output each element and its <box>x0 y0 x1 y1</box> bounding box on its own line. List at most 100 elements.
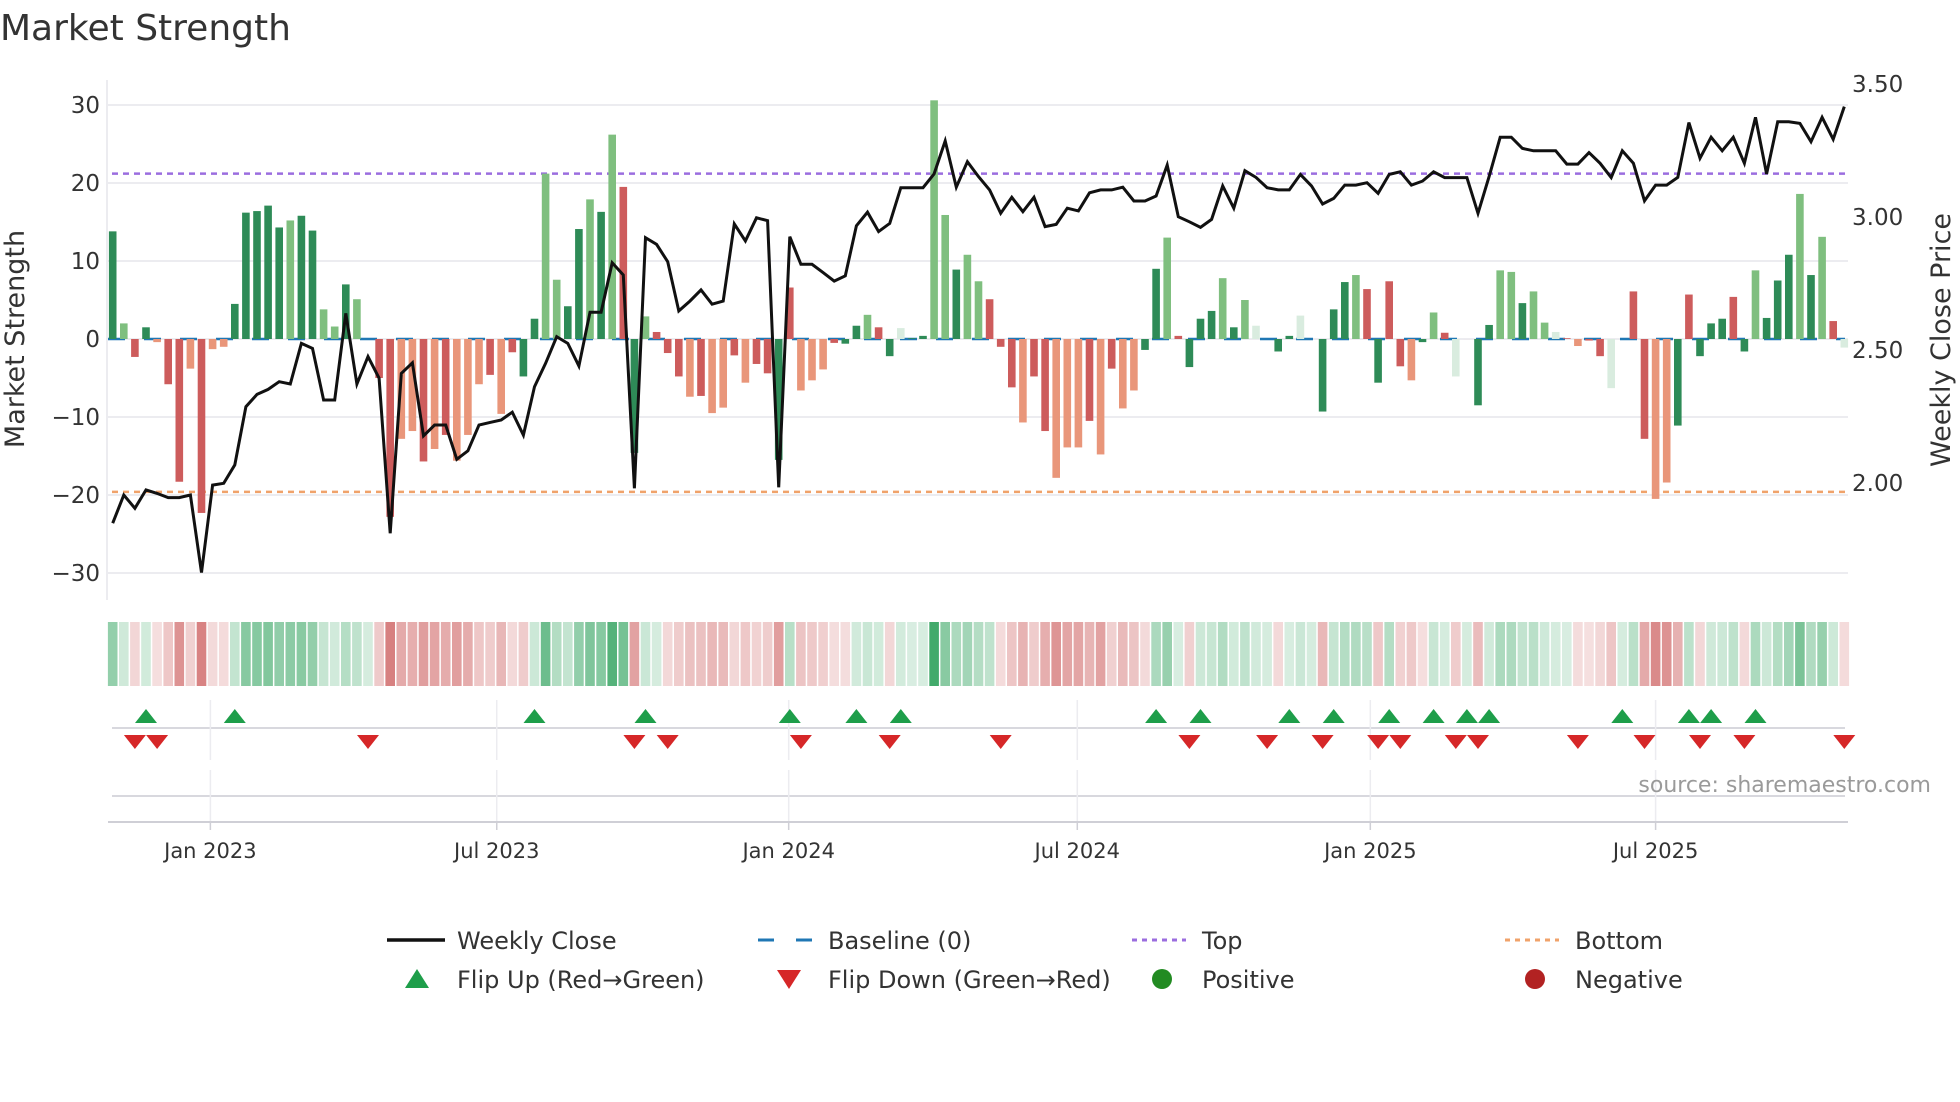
chart-title: Market Strength <box>0 8 291 49</box>
strip-cell <box>1051 622 1061 686</box>
y-tick-label: 30 <box>71 93 100 119</box>
legend: Weekly Close Baseline (0) Top Bottom Flip Up… <box>387 927 1683 994</box>
strip-cell <box>241 622 251 686</box>
strength-bar <box>1285 335 1294 339</box>
strip-cell <box>1462 622 1472 686</box>
strip-cell <box>1029 622 1039 686</box>
strength-bar <box>519 339 528 377</box>
strip-cell <box>940 622 950 686</box>
triangle-down-icon <box>777 970 801 989</box>
flip-down-marker <box>1689 735 1711 749</box>
strength-bar <box>1729 296 1738 339</box>
strip-cell <box>596 622 606 686</box>
source-credit: source: sharemaestro.com <box>1638 773 1931 798</box>
strength-bar <box>686 339 694 397</box>
strength-bar <box>808 339 816 381</box>
flip-down-marker <box>623 735 646 749</box>
strength-bar <box>1119 339 1127 409</box>
strip-cell <box>1384 622 1394 686</box>
strength-bar <box>1685 294 1693 339</box>
strength-bar <box>464 339 472 435</box>
flip-up-marker <box>1744 709 1767 723</box>
strip-cell <box>1806 622 1816 686</box>
strength-bars <box>108 100 1849 517</box>
legend-label: Flip Up (Red→Green) <box>457 966 705 994</box>
strength-bar <box>1030 339 1038 377</box>
y-tick-label: 20 <box>71 171 100 197</box>
strength-bar <box>1274 339 1282 352</box>
strength-bar <box>1407 339 1416 381</box>
strength-bar <box>730 339 739 356</box>
strip-cell <box>1817 622 1827 686</box>
strip-cell <box>1406 622 1417 686</box>
strip-cell <box>1173 622 1184 686</box>
strength-bar <box>1296 315 1305 339</box>
x-axis: Jan 2023 Jul 2023 Jan 2024 Jul 2024 Jan 2025… <box>108 821 1848 863</box>
strength-bar <box>1374 339 1382 383</box>
strip-cell <box>918 622 928 686</box>
strip-cell <box>818 622 828 686</box>
strength-bar <box>353 299 361 339</box>
strip-cell <box>1539 622 1550 686</box>
strip-cell <box>1062 622 1073 686</box>
strip-cell <box>1428 622 1439 686</box>
strip-cell <box>1606 622 1616 686</box>
strip-cell <box>829 622 839 686</box>
strength-bar <box>253 211 261 339</box>
strip-cell <box>1739 622 1750 686</box>
strip-cell <box>1206 622 1217 686</box>
flip-down-marker <box>1256 735 1279 749</box>
strip-cell <box>440 622 451 686</box>
legend-item: Positive <box>1152 966 1295 994</box>
x-tick-label: Jan 2025 <box>1322 839 1417 863</box>
strip-cell <box>785 622 795 686</box>
flip-down-marker <box>1444 735 1467 749</box>
flip-up-marker <box>1145 709 1168 723</box>
strength-bar <box>1130 339 1138 391</box>
strength-bar <box>330 326 339 339</box>
y2-tick-label: 2.00 <box>1852 471 1903 497</box>
strength-bar <box>752 339 761 364</box>
strip-cell <box>740 622 751 686</box>
strip-cell <box>1184 622 1195 686</box>
strip-cell <box>574 622 584 686</box>
strength-bar <box>974 281 983 339</box>
strip-cell <box>474 622 484 686</box>
strip-cell <box>507 622 518 686</box>
strip-cell <box>718 622 728 686</box>
strength-bar <box>508 339 517 353</box>
strip-cell <box>1684 622 1694 686</box>
strength-bar <box>797 339 805 391</box>
flip-up-marker <box>1189 709 1212 723</box>
strength-bar <box>1551 331 1560 339</box>
strip-cell <box>1451 622 1461 686</box>
strength-bar <box>1074 339 1083 448</box>
flip-down-marker <box>656 735 679 749</box>
strength-bar <box>1507 271 1516 339</box>
strip-cell <box>163 622 173 686</box>
strip-cell <box>1306 622 1317 686</box>
flip-down-marker <box>146 735 169 749</box>
strength-bar <box>1540 322 1549 339</box>
strength-bar <box>1063 339 1072 448</box>
strip-cell <box>751 622 762 686</box>
strip-cell <box>618 622 629 686</box>
strength-bar <box>675 339 683 377</box>
strip-cell <box>174 622 185 686</box>
strip-cell <box>1151 622 1161 686</box>
x-tick-label: Jan 2024 <box>740 839 835 863</box>
strength-bar <box>996 339 1005 347</box>
strength-bar <box>1241 300 1249 339</box>
strength-bar <box>1785 254 1793 339</box>
strip-cell <box>196 622 207 686</box>
strip-cell <box>640 622 651 686</box>
flip-down-marker <box>357 735 379 749</box>
y2-tick-label: 3.50 <box>1852 72 1903 98</box>
legend-item: Flip Down (Green→Red) <box>777 966 1111 994</box>
strip-cell <box>307 622 318 686</box>
strength-bar <box>1607 339 1615 389</box>
strip-cell <box>496 622 506 686</box>
strength-bar <box>297 215 306 339</box>
strip-cell <box>363 622 373 686</box>
strip-cell <box>1584 622 1594 686</box>
